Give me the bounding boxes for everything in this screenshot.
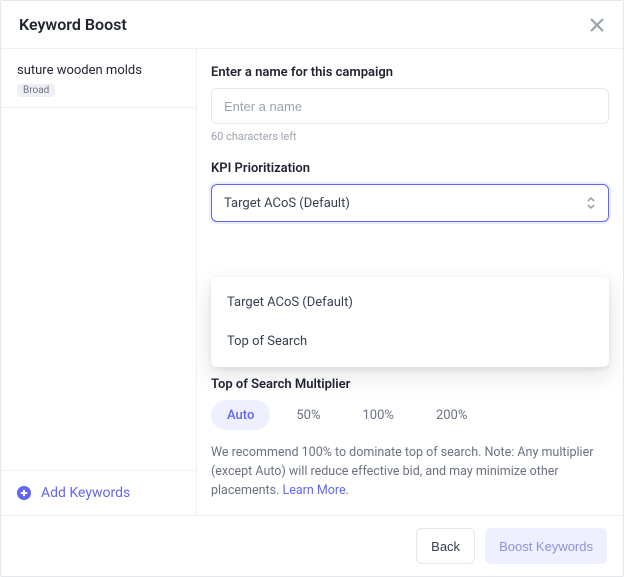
tos-pill-50[interactable]: 50%	[280, 400, 336, 430]
campaign-name-label: Enter a name for this campaign	[211, 65, 609, 80]
plus-circle-icon	[17, 486, 31, 500]
tos-pill-auto[interactable]: Auto	[211, 400, 270, 430]
modal-title: Keyword Boost	[19, 15, 127, 34]
add-keywords-button[interactable]: Add Keywords	[1, 470, 196, 515]
add-keywords-label: Add Keywords	[41, 485, 130, 501]
learn-more-link[interactable]: Learn More.	[282, 483, 349, 498]
tos-multiplier-label: Top of Search Multiplier	[211, 377, 609, 392]
main-panel: Enter a name for this campaign 60 charac…	[197, 49, 623, 515]
kpi-dropdown: Target ACoS (Default) Top of Search	[211, 277, 609, 367]
tos-pill-200[interactable]: 200%	[420, 400, 483, 430]
kpi-selected-value: Target ACoS (Default)	[224, 196, 350, 211]
back-button[interactable]: Back	[416, 528, 475, 564]
kpi-option-target-acos[interactable]: Target ACoS (Default)	[211, 283, 609, 322]
char-count-hint: 60 characters left	[211, 130, 609, 143]
keyword-row[interactable]: suture wooden molds Broad	[1, 49, 196, 108]
kpi-label: KPI Prioritization	[211, 161, 609, 176]
recommendation-body: We recommend 100% to dominate top of sea…	[211, 445, 593, 498]
match-type-badge: Broad	[17, 84, 55, 97]
boost-keywords-button[interactable]: Boost Keywords	[485, 528, 607, 564]
sort-icon	[586, 196, 596, 210]
kpi-select[interactable]: Target ACoS (Default)	[211, 184, 609, 222]
kpi-option-top-of-search[interactable]: Top of Search	[211, 322, 609, 361]
tos-pill-100[interactable]: 100%	[346, 400, 409, 430]
sidebar: suture wooden molds Broad Add Keywords	[1, 49, 197, 515]
close-icon[interactable]	[589, 17, 605, 33]
recommendation-text: We recommend 100% to dominate top of sea…	[211, 444, 609, 500]
keyword-name: suture wooden molds	[17, 63, 180, 78]
campaign-name-input[interactable]	[211, 88, 609, 124]
